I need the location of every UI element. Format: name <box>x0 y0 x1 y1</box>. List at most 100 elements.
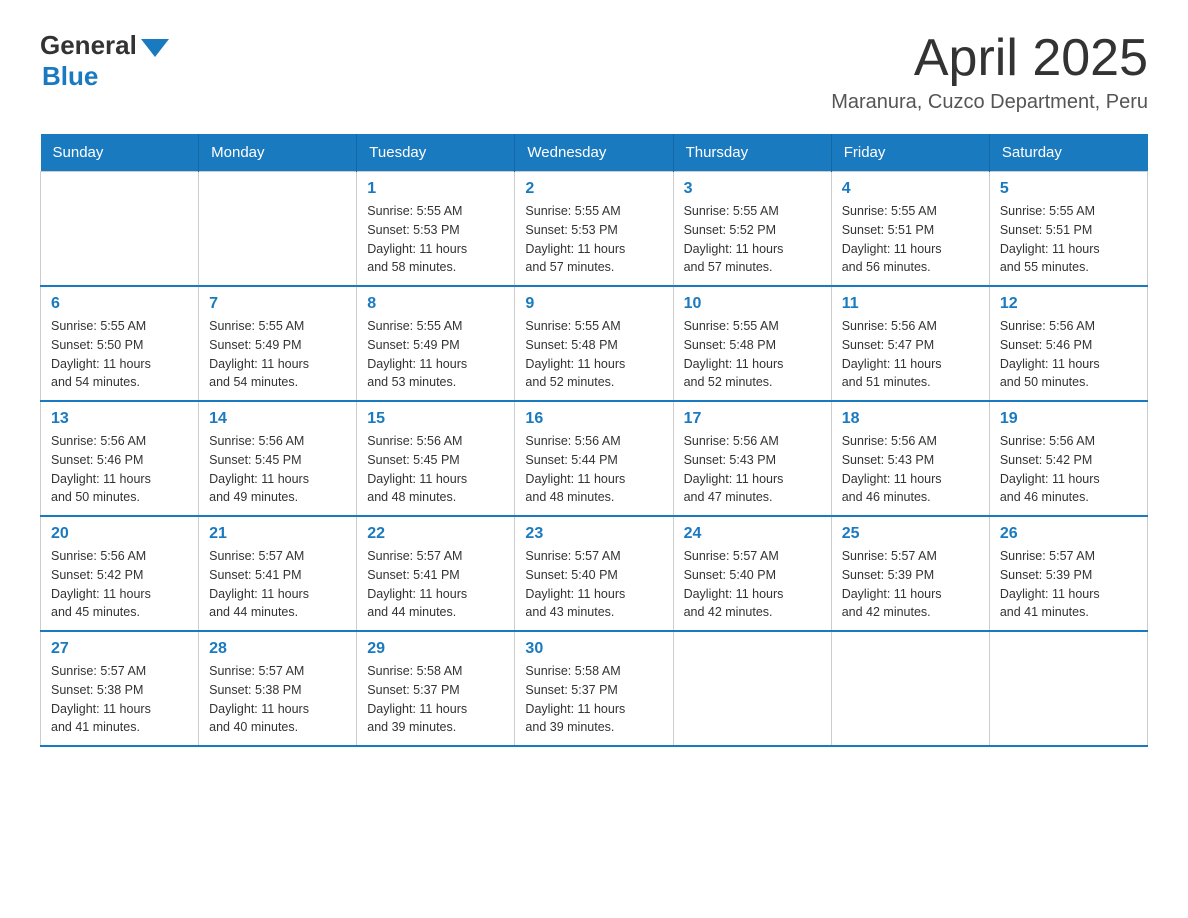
calendar-cell <box>41 172 199 287</box>
calendar-cell: 15Sunrise: 5:56 AM Sunset: 5:45 PM Dayli… <box>357 401 515 516</box>
logo-arrow-icon <box>141 39 169 57</box>
calendar-cell: 23 Sunrise: 5:57 AM Sunset: 5:40 PM Dayli… <box>515 516 673 631</box>
logo-blue-text: Blue <box>42 61 98 92</box>
day-info: Sunrise: 5:56 AM Sunset: 5:42 PM Dayligh… <box>1000 432 1137 507</box>
title-section: April 2025 Maranura, Cuzco Department, P… <box>831 30 1148 114</box>
day-info: Sunrise: 5:57 AM Sunset: 5:38 PM Dayligh… <box>209 662 346 737</box>
day-number: 21 <box>209 525 346 543</box>
day-info: Sunrise: 5:55 AM Sunset: 5:49 PM Dayligh… <box>367 317 504 392</box>
calendar-header-saturday: Saturday <box>989 134 1147 172</box>
day-number: 9 <box>525 295 662 313</box>
day-number: 28 <box>209 640 346 658</box>
logo-general-text: General <box>40 30 137 61</box>
calendar-cell: 22 Sunrise: 5:57 AM Sunset: 5:41 PM Dayli… <box>357 516 515 631</box>
day-number: 14 <box>209 410 346 428</box>
day-info: Sunrise: 5:56 AM Sunset: 5:42 PM Dayligh… <box>51 547 188 622</box>
day-number: 18 <box>842 410 979 428</box>
calendar-cell <box>199 172 357 287</box>
day-info: Sunrise: 5:56 AM Sunset: 5:46 PM Dayligh… <box>51 432 188 507</box>
day-number: 30 <box>525 640 662 658</box>
calendar-cell: 29Sunrise: 5:58 AM Sunset: 5:37 PM Dayli… <box>357 631 515 746</box>
day-info: Sunrise: 5:57 AM Sunset: 5:39 PM Dayligh… <box>1000 547 1137 622</box>
day-info: Sunrise: 5:55 AM Sunset: 5:50 PM Dayligh… <box>51 317 188 392</box>
calendar-cell: 16Sunrise: 5:56 AM Sunset: 5:44 PM Dayli… <box>515 401 673 516</box>
day-info: Sunrise: 5:55 AM Sunset: 5:52 PM Dayligh… <box>684 202 821 277</box>
location-subtitle: Maranura, Cuzco Department, Peru <box>831 91 1148 114</box>
day-info: Sunrise: 5:57 AM Sunset: 5:41 PM Dayligh… <box>367 547 504 622</box>
calendar-cell: 30 Sunrise: 5:58 AM Sunset: 5:37 PM Dayli… <box>515 631 673 746</box>
calendar-cell <box>673 631 831 746</box>
calendar-week-row: 1Sunrise: 5:55 AM Sunset: 5:53 PM Daylig… <box>41 172 1148 287</box>
day-info: Sunrise: 5:56 AM Sunset: 5:44 PM Dayligh… <box>525 432 662 507</box>
calendar-week-row: 20Sunrise: 5:56 AM Sunset: 5:42 PM Dayli… <box>41 516 1148 631</box>
calendar-header-monday: Monday <box>199 134 357 172</box>
day-info: Sunrise: 5:57 AM Sunset: 5:38 PM Dayligh… <box>51 662 188 737</box>
calendar-cell: 7 Sunrise: 5:55 AM Sunset: 5:49 PM Daylig… <box>199 286 357 401</box>
day-number: 12 <box>1000 295 1137 313</box>
day-number: 23 <box>525 525 662 543</box>
day-number: 22 <box>367 525 504 543</box>
calendar-cell <box>831 631 989 746</box>
day-info: Sunrise: 5:55 AM Sunset: 5:48 PM Dayligh… <box>684 317 821 392</box>
calendar-cell <box>989 631 1147 746</box>
day-number: 8 <box>367 295 504 313</box>
calendar-cell: 11 Sunrise: 5:56 AM Sunset: 5:47 PM Dayli… <box>831 286 989 401</box>
day-info: Sunrise: 5:55 AM Sunset: 5:51 PM Dayligh… <box>1000 202 1137 277</box>
day-number: 11 <box>842 295 979 313</box>
calendar-cell: 27 Sunrise: 5:57 AM Sunset: 5:38 PM Dayli… <box>41 631 199 746</box>
day-info: Sunrise: 5:57 AM Sunset: 5:40 PM Dayligh… <box>684 547 821 622</box>
page-header: General Blue April 2025 Maranura, Cuzco … <box>40 30 1148 114</box>
day-number: 25 <box>842 525 979 543</box>
calendar-header-sunday: Sunday <box>41 134 199 172</box>
calendar-cell: 2 Sunrise: 5:55 AM Sunset: 5:53 PM Daylig… <box>515 172 673 287</box>
day-number: 5 <box>1000 180 1137 198</box>
calendar-cell: 26 Sunrise: 5:57 AM Sunset: 5:39 PM Dayli… <box>989 516 1147 631</box>
day-number: 7 <box>209 295 346 313</box>
day-number: 2 <box>525 180 662 198</box>
day-info: Sunrise: 5:58 AM Sunset: 5:37 PM Dayligh… <box>525 662 662 737</box>
calendar-week-row: 6 Sunrise: 5:55 AM Sunset: 5:50 PM Daylig… <box>41 286 1148 401</box>
day-number: 27 <box>51 640 188 658</box>
day-info: Sunrise: 5:57 AM Sunset: 5:40 PM Dayligh… <box>525 547 662 622</box>
day-info: Sunrise: 5:55 AM Sunset: 5:48 PM Dayligh… <box>525 317 662 392</box>
day-number: 13 <box>51 410 188 428</box>
calendar-cell: 1Sunrise: 5:55 AM Sunset: 5:53 PM Daylig… <box>357 172 515 287</box>
logo: General Blue <box>40 30 173 92</box>
calendar-cell: 13 Sunrise: 5:56 AM Sunset: 5:46 PM Dayli… <box>41 401 199 516</box>
day-number: 17 <box>684 410 821 428</box>
day-info: Sunrise: 5:56 AM Sunset: 5:43 PM Dayligh… <box>842 432 979 507</box>
day-info: Sunrise: 5:56 AM Sunset: 5:45 PM Dayligh… <box>367 432 504 507</box>
day-number: 10 <box>684 295 821 313</box>
day-number: 3 <box>684 180 821 198</box>
day-number: 19 <box>1000 410 1137 428</box>
calendar-cell: 18 Sunrise: 5:56 AM Sunset: 5:43 PM Dayli… <box>831 401 989 516</box>
day-number: 26 <box>1000 525 1137 543</box>
calendar-week-row: 27 Sunrise: 5:57 AM Sunset: 5:38 PM Dayli… <box>41 631 1148 746</box>
calendar-cell: 14 Sunrise: 5:56 AM Sunset: 5:45 PM Dayli… <box>199 401 357 516</box>
day-info: Sunrise: 5:57 AM Sunset: 5:39 PM Dayligh… <box>842 547 979 622</box>
calendar-header-tuesday: Tuesday <box>357 134 515 172</box>
day-info: Sunrise: 5:58 AM Sunset: 5:37 PM Dayligh… <box>367 662 504 737</box>
day-info: Sunrise: 5:56 AM Sunset: 5:47 PM Dayligh… <box>842 317 979 392</box>
day-number: 6 <box>51 295 188 313</box>
calendar-cell: 25 Sunrise: 5:57 AM Sunset: 5:39 PM Dayli… <box>831 516 989 631</box>
day-info: Sunrise: 5:55 AM Sunset: 5:53 PM Dayligh… <box>367 202 504 277</box>
calendar-table: SundayMondayTuesdayWednesdayThursdayFrid… <box>40 134 1148 747</box>
day-info: Sunrise: 5:56 AM Sunset: 5:45 PM Dayligh… <box>209 432 346 507</box>
day-number: 4 <box>842 180 979 198</box>
day-info: Sunrise: 5:55 AM Sunset: 5:51 PM Dayligh… <box>842 202 979 277</box>
calendar-cell: 28 Sunrise: 5:57 AM Sunset: 5:38 PM Dayli… <box>199 631 357 746</box>
calendar-cell: 19 Sunrise: 5:56 AM Sunset: 5:42 PM Dayli… <box>989 401 1147 516</box>
calendar-cell: 5 Sunrise: 5:55 AM Sunset: 5:51 PM Daylig… <box>989 172 1147 287</box>
calendar-cell: 10 Sunrise: 5:55 AM Sunset: 5:48 PM Dayli… <box>673 286 831 401</box>
day-info: Sunrise: 5:56 AM Sunset: 5:43 PM Dayligh… <box>684 432 821 507</box>
calendar-header-row: SundayMondayTuesdayWednesdayThursdayFrid… <box>41 134 1148 172</box>
day-info: Sunrise: 5:56 AM Sunset: 5:46 PM Dayligh… <box>1000 317 1137 392</box>
calendar-header-wednesday: Wednesday <box>515 134 673 172</box>
day-info: Sunrise: 5:55 AM Sunset: 5:49 PM Dayligh… <box>209 317 346 392</box>
month-title: April 2025 <box>831 30 1148 87</box>
calendar-cell: 24 Sunrise: 5:57 AM Sunset: 5:40 PM Dayli… <box>673 516 831 631</box>
day-info: Sunrise: 5:55 AM Sunset: 5:53 PM Dayligh… <box>525 202 662 277</box>
day-number: 24 <box>684 525 821 543</box>
calendar-cell: 12 Sunrise: 5:56 AM Sunset: 5:46 PM Dayli… <box>989 286 1147 401</box>
